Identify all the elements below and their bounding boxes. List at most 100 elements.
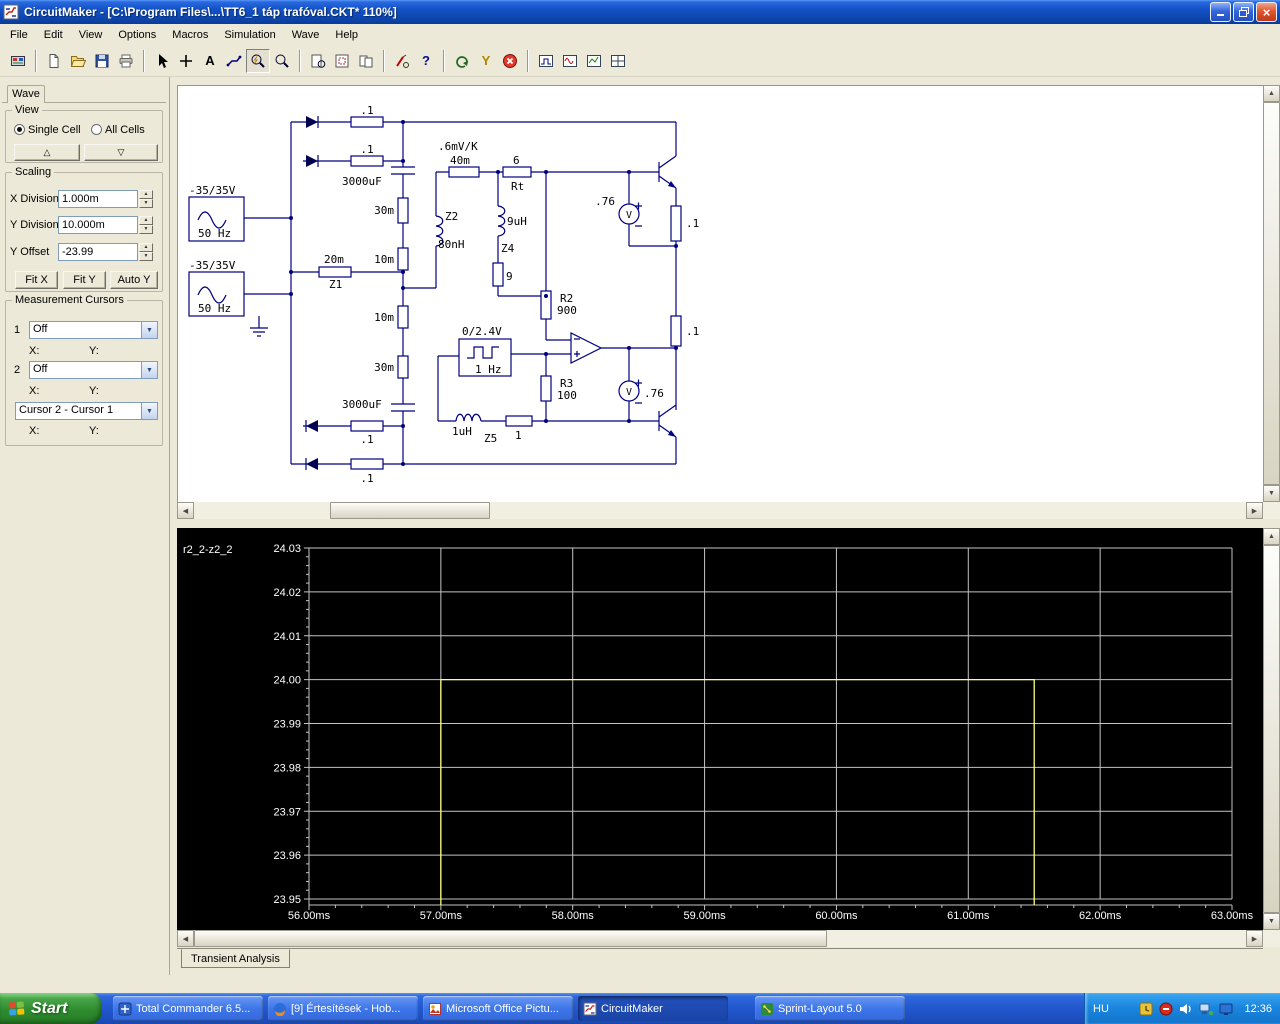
wave-hscroll-thumb[interactable] [194, 930, 827, 947]
antivirus-icon[interactable] [1158, 1001, 1174, 1017]
transistor-npn-top[interactable] [658, 155, 677, 189]
save-button[interactable] [90, 49, 114, 73]
fit-circuit-button[interactable] [306, 49, 330, 73]
cell-up-button[interactable]: △ [14, 144, 80, 161]
minimize-button[interactable] [1210, 2, 1231, 22]
task-total-commander[interactable]: Total Commander 6.5... [113, 996, 263, 1021]
scroll-right-icon[interactable]: ▶ [1246, 502, 1263, 519]
spinner-up-icon[interactable]: ▲ [139, 216, 153, 225]
zoom-area-button[interactable] [330, 49, 354, 73]
waveform-plot[interactable]: 24.03 24.02 24.01 24.00 23.99 23.98 23.97 23.96… [177, 528, 1263, 930]
close-button[interactable]: × [1256, 2, 1277, 22]
scroll-down-icon[interactable]: ▼ [1263, 485, 1280, 502]
menu-file[interactable]: File [2, 26, 36, 44]
circuit-hscroll-thumb[interactable] [330, 502, 490, 519]
spinner-up-icon[interactable]: ▲ [139, 243, 153, 252]
task-circuitmaker[interactable]: CircuitMaker [578, 996, 728, 1021]
scroll-right-icon[interactable]: ▶ [1246, 930, 1263, 947]
chevron-down-icon[interactable]: ▼ [141, 322, 157, 338]
y-division-input[interactable] [58, 216, 138, 234]
circuit-components[interactable] [188, 116, 682, 470]
chevron-down-icon[interactable]: ▼ [141, 362, 157, 378]
menu-view[interactable]: View [71, 26, 111, 44]
menu-wave[interactable]: Wave [284, 26, 328, 44]
fit-y-button[interactable]: Fit Y [63, 271, 106, 289]
auto-y-button[interactable]: Auto Y [110, 271, 158, 289]
language-indicator[interactable]: HU [1093, 1003, 1109, 1015]
wave-hscrollbar[interactable]: ◀ ▶ [177, 930, 1263, 947]
circuit-schematic[interactable]: .1 .1 3000uF -35/35V 50 Hz -35/35V 50 Hz… [178, 86, 1264, 503]
menu-simulation[interactable]: Simulation [216, 26, 283, 44]
parts-bin-button[interactable] [6, 49, 30, 73]
all-cells-radio[interactable] [91, 124, 102, 135]
start-button[interactable]: Start [0, 993, 102, 1024]
y-division-spinner[interactable]: ▲ ▼ [139, 216, 153, 234]
scheduler-icon[interactable] [1138, 1001, 1154, 1017]
data-display-button[interactable] [606, 49, 630, 73]
search-part-button[interactable] [270, 49, 294, 73]
transistor-npn-bottom[interactable] [658, 404, 677, 438]
menu-macros[interactable]: Macros [164, 26, 216, 44]
spinner-down-icon[interactable]: ▼ [139, 252, 153, 261]
analog-scope-button[interactable] [558, 49, 582, 73]
diode[interactable] [306, 116, 319, 128]
spinner-down-icon[interactable]: ▼ [139, 199, 153, 208]
y-offset-spinner[interactable]: ▲ ▼ [139, 243, 153, 261]
diode[interactable] [306, 155, 319, 167]
sheet-view-button[interactable] [354, 49, 378, 73]
resistor[interactable] [318, 116, 682, 470]
chevron-down-icon[interactable]: ▼ [141, 403, 157, 419]
tab-transient-analysis[interactable]: Transient Analysis [181, 949, 290, 968]
scroll-down-icon[interactable]: ▼ [1263, 913, 1280, 930]
menu-options[interactable]: Options [110, 26, 164, 44]
network-icon[interactable] [1198, 1001, 1214, 1017]
menu-help[interactable]: Help [327, 26, 366, 44]
zoom-tool-button[interactable] [246, 48, 270, 73]
cursor-diff-combo[interactable]: Cursor 2 - Cursor 1 ▼ [15, 402, 158, 420]
test-probe-button[interactable]: Y [474, 49, 498, 73]
place-part-button[interactable] [174, 49, 198, 73]
scroll-up-icon[interactable]: ▲ [1263, 85, 1280, 102]
mixed-scope-button[interactable] [582, 49, 606, 73]
app-icon[interactable] [3, 4, 19, 20]
task-picture-manager[interactable]: Microsoft Office Pictu... [423, 996, 573, 1021]
waveform-panel[interactable]: r2_2-z2_2 24.03 24.02 24.01 24.00 23.99 23.98… [177, 528, 1263, 930]
diode[interactable] [305, 458, 318, 470]
wave-vscroll-thumb[interactable] [1263, 545, 1280, 913]
open-file-button[interactable] [66, 49, 90, 73]
scroll-left-icon[interactable]: ◀ [177, 930, 194, 947]
cursor2-combo[interactable]: Off ▼ [29, 361, 158, 379]
cursor1-combo[interactable]: Off ▼ [29, 321, 158, 339]
text-tool-button[interactable]: A [198, 49, 222, 73]
new-file-button[interactable] [42, 49, 66, 73]
print-button[interactable] [114, 49, 138, 73]
circuit-vscrollbar[interactable]: ▲ ▼ [1263, 85, 1280, 502]
x-division-input[interactable] [58, 190, 138, 208]
task-ertesitesek[interactable]: [9] Értesítések - Hob... [268, 996, 418, 1021]
tab-wave[interactable]: Wave [7, 85, 45, 103]
task-sprint-layout[interactable]: Sprint-Layout 5.0 [755, 996, 905, 1021]
volume-icon[interactable] [1178, 1001, 1194, 1017]
x-division-spinner[interactable]: ▲ ▼ [139, 190, 153, 208]
help-button[interactable]: ? [414, 49, 438, 73]
circuit-vscroll-thumb[interactable] [1263, 102, 1280, 485]
cell-down-button[interactable]: ▽ [84, 144, 158, 161]
stop-simulation-button[interactable] [498, 49, 522, 73]
spinner-up-icon[interactable]: ▲ [139, 190, 153, 199]
spinner-down-icon[interactable]: ▼ [139, 225, 153, 234]
op-amp[interactable] [570, 332, 603, 364]
undo-button[interactable] [450, 49, 474, 73]
trace-name[interactable]: r2_2-z2_2 [183, 544, 233, 556]
scroll-up-icon[interactable]: ▲ [1263, 528, 1280, 545]
menu-edit[interactable]: Edit [36, 26, 71, 44]
circuit-hscrollbar[interactable]: ◀ ▶ [177, 502, 1263, 519]
select-tool-button[interactable] [150, 49, 174, 73]
fit-x-button[interactable]: Fit X [15, 271, 58, 289]
restore-button[interactable] [1233, 2, 1254, 22]
digital-scope-button[interactable] [534, 49, 558, 73]
y-offset-input[interactable] [58, 243, 138, 261]
scroll-left-icon[interactable]: ◀ [177, 502, 194, 519]
single-cell-radio[interactable] [14, 124, 25, 135]
wave-vscrollbar[interactable]: ▲ ▼ [1263, 528, 1280, 930]
diode[interactable] [305, 420, 318, 432]
